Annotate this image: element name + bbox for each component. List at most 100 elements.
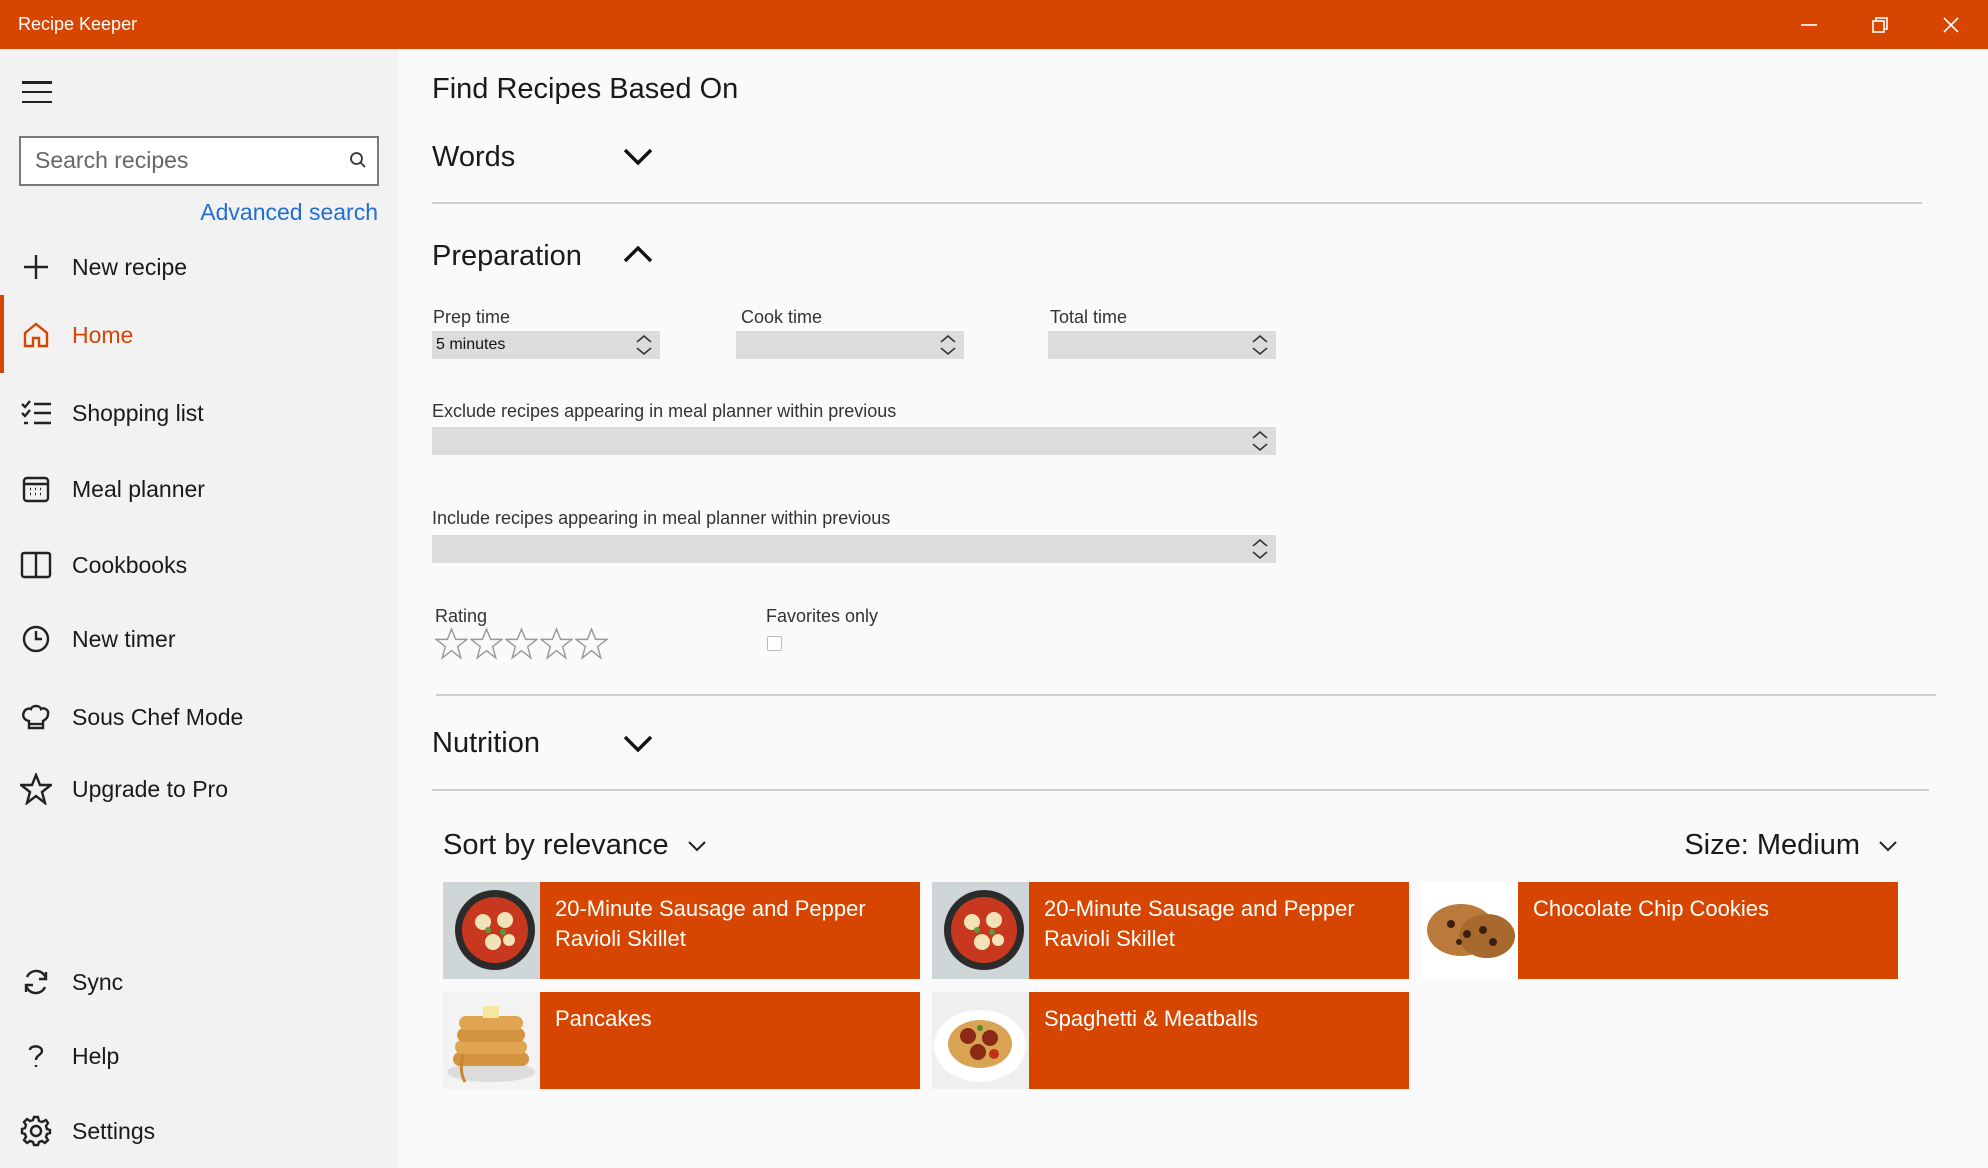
clock-icon: [18, 621, 54, 657]
minimize-button[interactable]: [1774, 0, 1844, 49]
chevron-down-icon: [687, 840, 706, 851]
recipe-title: 20-Minute Sausage and Pepper Ravioli Ski…: [555, 896, 866, 951]
sidebar-item-help[interactable]: Help: [0, 1026, 398, 1086]
recipe-title: 20-Minute Sausage and Pepper Ravioli Ski…: [1044, 896, 1355, 951]
sidebar-item-shopping-list[interactable]: Shopping list: [0, 383, 398, 443]
sidebar-item-label: Settings: [72, 1117, 156, 1144]
sidebar-item-label: Upgrade to Pro: [72, 775, 228, 802]
spaghetti-image: [932, 992, 1029, 1089]
include-label: Include recipes appearing in meal planne…: [432, 508, 891, 528]
total-time-field[interactable]: [1048, 331, 1276, 359]
chevron-down-icon: [1879, 840, 1897, 851]
plus-icon: [18, 249, 54, 285]
spinner-icon[interactable]: [1250, 334, 1270, 366]
rating-stars[interactable]: [433, 627, 610, 660]
spinner-icon[interactable]: [938, 334, 958, 366]
sidebar-item-upgrade-to-pro[interactable]: Upgrade to Pro: [0, 759, 398, 819]
sidebar: Advanced search New recipe Home Shopping…: [0, 49, 398, 1168]
star-rating-icon[interactable]: [538, 627, 575, 660]
sidebar-item-label: New timer: [72, 625, 176, 652]
cookies-image: [1421, 882, 1518, 979]
window-title: Recipe Keeper: [18, 14, 138, 34]
sidebar-item-label: Help: [72, 1042, 120, 1069]
cook-time-field[interactable]: [736, 331, 964, 359]
sidebar-item-home[interactable]: Home: [0, 295, 398, 373]
divider: [432, 202, 1922, 204]
recipe-card[interactable]: 20-Minute Sausage and Pepper Ravioli Ski…: [443, 882, 920, 979]
restore-button[interactable]: [1845, 0, 1915, 49]
sidebar-item-label: Home: [72, 321, 134, 348]
size-dropdown[interactable]: Size: Medium: [1684, 829, 1898, 862]
sidebar-item-sous-chef-mode[interactable]: Sous Chef Mode: [0, 687, 398, 747]
recipe-card[interactable]: Chocolate Chip Cookies: [1421, 882, 1898, 979]
restore-icon: [1872, 16, 1888, 33]
recipe-card[interactable]: Pancakes: [443, 992, 920, 1089]
sidebar-item-new-timer[interactable]: New timer: [0, 609, 398, 669]
divider: [432, 789, 1929, 791]
sidebar-item-new-recipe[interactable]: New recipe: [0, 237, 398, 297]
minimize-icon: [1801, 23, 1817, 26]
sidebar-item-label: Shopping list: [72, 399, 204, 426]
sidebar-item-label: Meal planner: [72, 475, 205, 502]
chevron-down-icon[interactable]: [622, 731, 654, 760]
prep-time-value: 5 minutes: [436, 336, 506, 353]
skillet-image: [443, 882, 540, 979]
recipe-title: Chocolate Chip Cookies: [1533, 896, 1770, 921]
close-button[interactable]: [1916, 0, 1986, 49]
star-rating-icon[interactable]: [468, 627, 505, 660]
book-icon: [18, 547, 54, 583]
close-icon: [1943, 16, 1959, 33]
sidebar-item-label: Sous Chef Mode: [72, 703, 244, 730]
chevron-down-icon[interactable]: [622, 144, 654, 173]
prep-time-field[interactable]: 5 minutes: [432, 331, 660, 359]
favorites-checkbox[interactable]: [767, 636, 782, 651]
advanced-search-link[interactable]: Advanced search: [200, 199, 378, 226]
gear-icon: [18, 1113, 54, 1149]
hamburger-menu-button[interactable]: [20, 77, 54, 107]
sort-label: Sort by relevance: [443, 829, 669, 861]
search-icon[interactable]: [349, 151, 367, 174]
prep-time-label: Prep time: [433, 307, 511, 327]
exclude-field[interactable]: [432, 427, 1276, 455]
spinner-icon[interactable]: [1250, 538, 1270, 570]
section-words-header[interactable]: Words: [432, 141, 515, 174]
star-rating-icon[interactable]: [503, 627, 540, 660]
title-bar: Recipe Keeper: [0, 0, 1988, 49]
favorites-label: Favorites only: [766, 606, 879, 626]
chevron-up-icon[interactable]: [622, 242, 654, 271]
include-field[interactable]: [432, 535, 1276, 563]
spinner-icon[interactable]: [1250, 430, 1270, 462]
size-label: Size: Medium: [1684, 829, 1860, 861]
search-input[interactable]: [35, 138, 335, 183]
sort-dropdown[interactable]: Sort by relevance: [443, 829, 707, 862]
sidebar-item-sync[interactable]: Sync: [0, 952, 398, 1012]
recipe-card[interactable]: 20-Minute Sausage and Pepper Ravioli Ski…: [932, 882, 1409, 979]
chef-hat-icon: [18, 699, 54, 735]
star-rating-icon[interactable]: [573, 627, 610, 660]
hamburger-line: [22, 90, 52, 94]
help-icon: [18, 1038, 54, 1074]
sidebar-item-label: Sync: [72, 968, 124, 995]
sidebar-item-label: Cookbooks: [72, 551, 188, 578]
exclude-label: Exclude recipes appearing in meal planne…: [432, 401, 897, 421]
sidebar-item-cookbooks[interactable]: Cookbooks: [0, 535, 398, 595]
star-rating-icon[interactable]: [433, 627, 470, 660]
recipe-card[interactable]: Spaghetti & Meatballs: [932, 992, 1409, 1089]
search-box: [19, 136, 379, 186]
section-preparation-header[interactable]: Preparation: [432, 240, 582, 273]
checklist-icon: [18, 395, 54, 431]
recipe-title: Spaghetti & Meatballs: [1044, 1006, 1259, 1031]
spinner-icon[interactable]: [634, 334, 654, 366]
star-icon: [18, 771, 54, 807]
recipe-title: Pancakes: [555, 1006, 652, 1031]
cook-time-label: Cook time: [741, 307, 823, 327]
sidebar-item-meal-planner[interactable]: Meal planner: [0, 459, 398, 519]
skillet-image: [932, 882, 1029, 979]
sidebar-item-settings[interactable]: Settings: [0, 1101, 398, 1161]
hamburger-line: [22, 100, 52, 103]
page-title: Find Recipes Based On: [432, 73, 739, 105]
home-icon: [18, 317, 54, 353]
section-nutrition-header[interactable]: Nutrition: [432, 727, 540, 760]
divider: [436, 694, 1936, 696]
sync-icon: [18, 964, 54, 1000]
